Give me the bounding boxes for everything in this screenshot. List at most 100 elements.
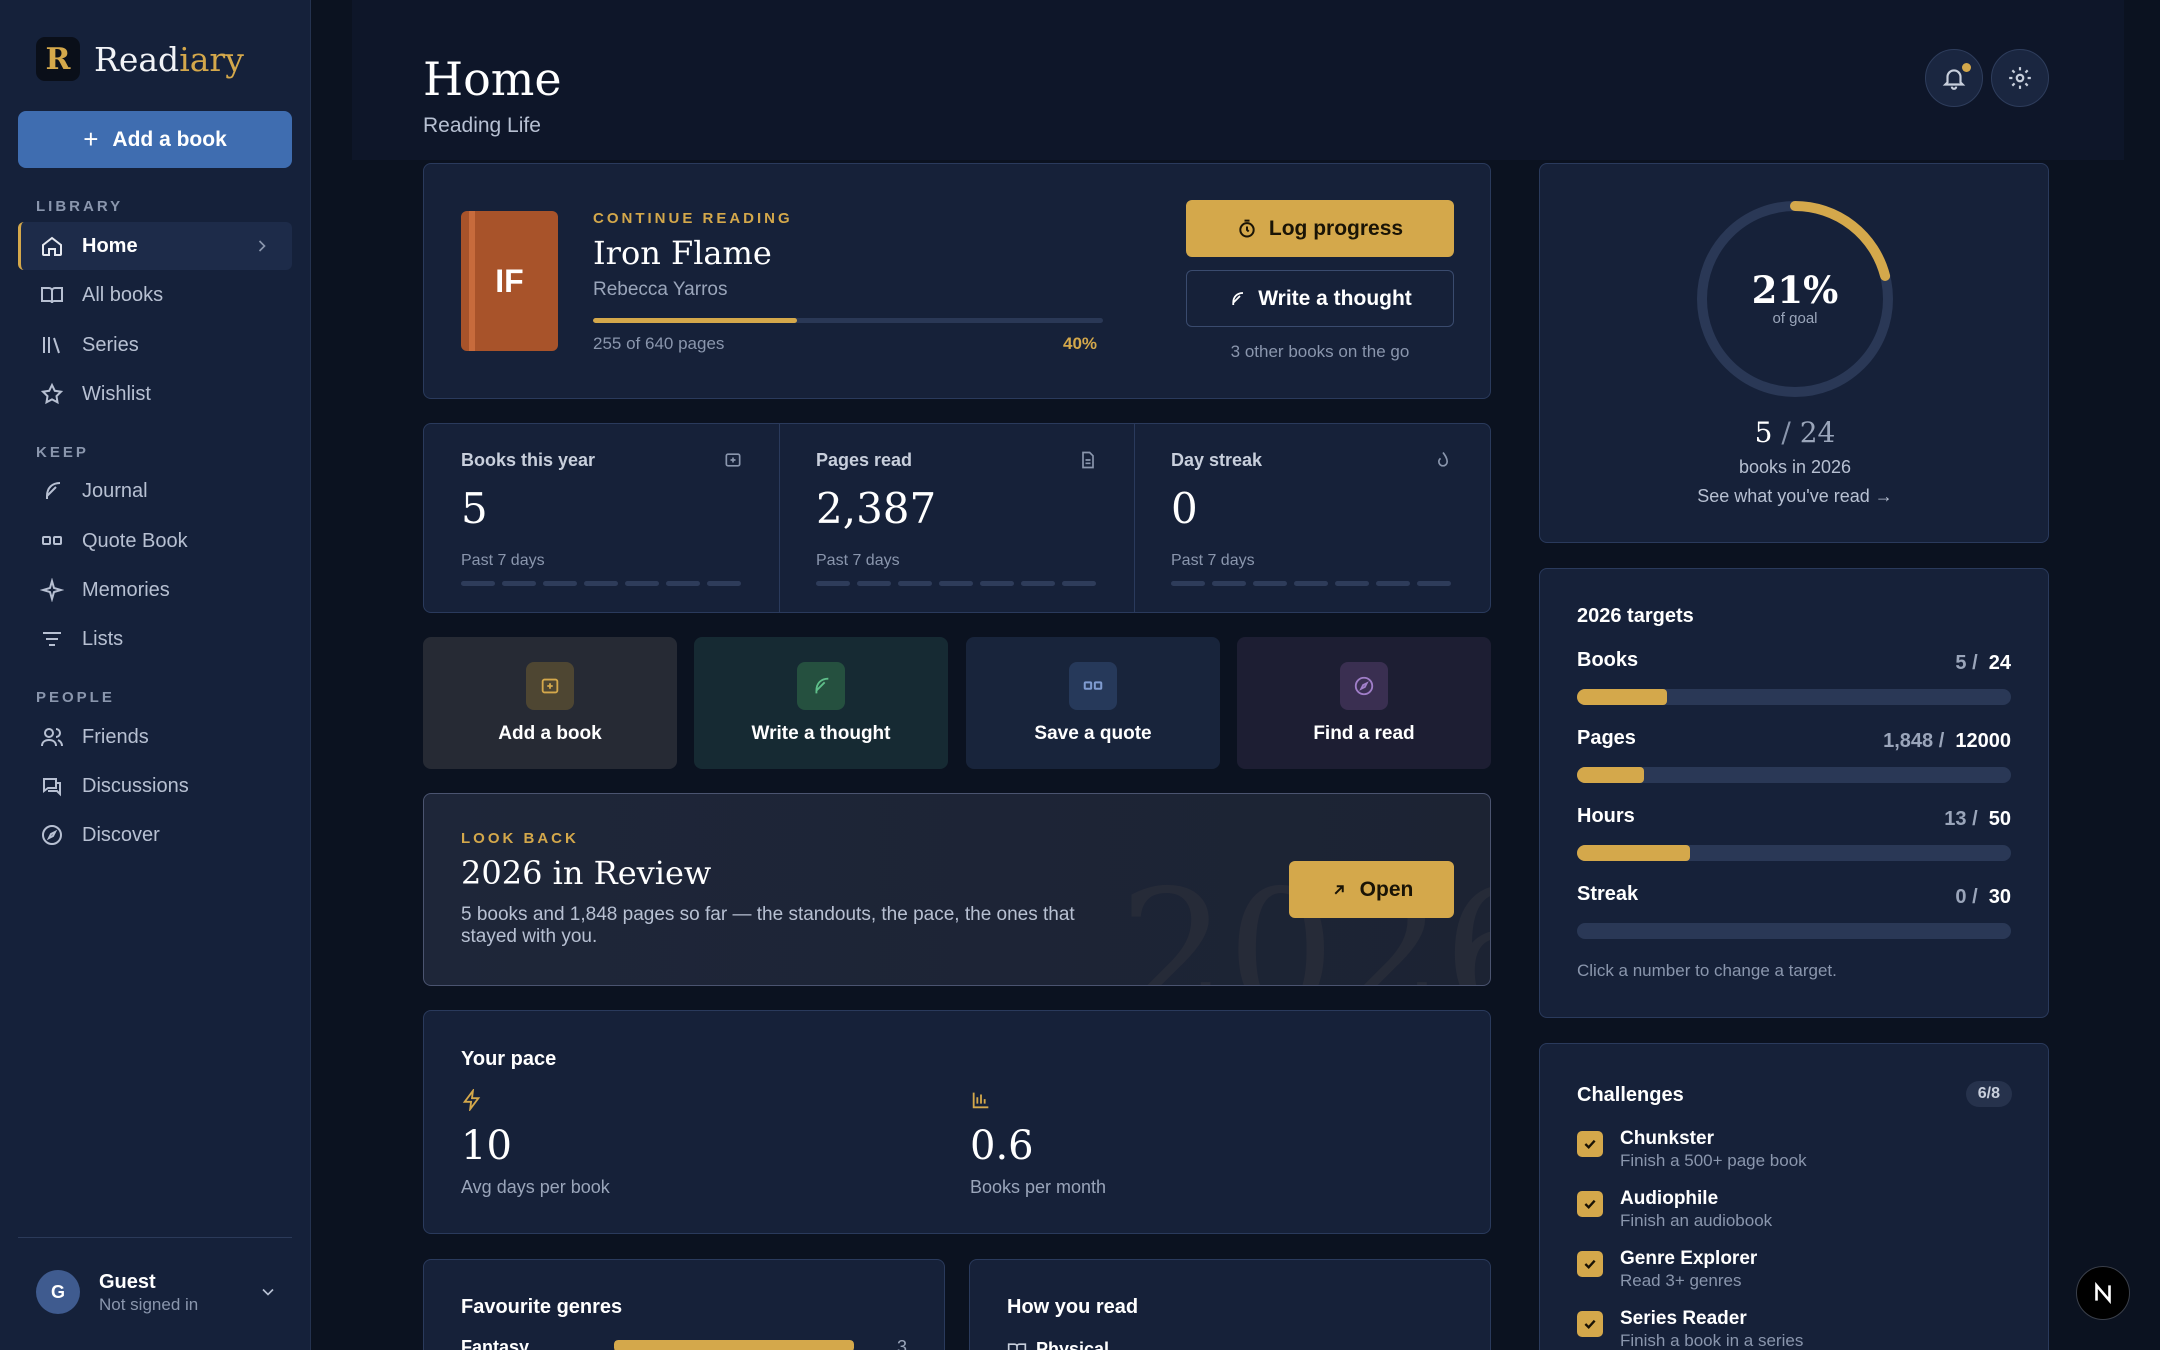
sidebar-item-wishlist[interactable]: Wishlist [18, 370, 292, 418]
look-back-eyebrow: LOOK BACK [461, 830, 579, 847]
notifications-button[interactable] [1925, 49, 1983, 107]
stat-sub: Past 7 days [461, 552, 545, 569]
sidebar-item-label: Discover [82, 823, 160, 846]
target-name: Books [1577, 649, 1639, 671]
sidebar-item-all-books[interactable]: All books [18, 271, 292, 319]
bar-chart-icon [972, 1092, 989, 1109]
pace-value: 0.6 [970, 1123, 1034, 1169]
pace-value: 10 [461, 1123, 512, 1169]
challenges-badge: 6/8 [1965, 1081, 2012, 1107]
challenge-title: Audiophile [1620, 1188, 1719, 1209]
page-subtitle: Reading Life [423, 114, 541, 137]
sidebar-item-label: All books [82, 283, 164, 306]
target-value[interactable]: 13 / 50 [1944, 808, 2011, 831]
nav-section-people: PEOPLE [36, 689, 115, 706]
target-bar-fill [1577, 845, 1690, 861]
sidebar-item-journal[interactable]: Journal [18, 467, 292, 515]
sidebar-item-series[interactable]: Series [18, 321, 292, 369]
chevron-right-icon [258, 240, 266, 252]
sidebar-item-label: Journal [82, 479, 148, 502]
challenge-sub: Finish a book in a series [1620, 1331, 1804, 1350]
reading-progress-fill [593, 318, 797, 323]
avatar: G [36, 1270, 80, 1314]
quick-action-label: Write a thought [751, 723, 891, 744]
cover-initials: IF [495, 262, 524, 299]
book-plus-icon [526, 662, 574, 710]
quick-action-label: Find a read [1313, 723, 1415, 744]
target-value[interactable]: 0 / 30 [1955, 886, 2011, 909]
feather-icon [797, 662, 845, 710]
nav-section-keep: KEEP [36, 444, 89, 461]
quick-action-save-quote[interactable]: Save a quote [966, 637, 1220, 769]
sidebar-item-home[interactable]: Home [18, 222, 292, 270]
book-cover[interactable]: IF [461, 211, 558, 351]
target-value[interactable]: 1,848 / 12000 [1883, 730, 2011, 753]
look-back-card: 2026 LOOK BACK 2026 in Review 5 books an… [423, 793, 1491, 986]
goal-caption: of goal [1772, 310, 1818, 327]
goal-total: 24 [1799, 416, 1836, 449]
brand-prefix: Read [94, 39, 180, 79]
sparkle-icon [40, 578, 64, 602]
sidebar-item-quote-book[interactable]: Quote Book [18, 517, 292, 565]
other-books-link[interactable]: 3 other books on the go [1186, 342, 1454, 362]
user-menu[interactable]: G Guest Not signed in [18, 1237, 292, 1347]
target-current: 13 [1944, 808, 1967, 830]
sidebar-item-discover[interactable]: Discover [18, 811, 292, 859]
genre-name: Fantasy [461, 1337, 530, 1350]
check-icon [1584, 1139, 1596, 1150]
settings-button[interactable] [1991, 49, 2049, 107]
target-goal: 12000 [1955, 730, 2011, 752]
target-current: 0 [1955, 886, 1967, 908]
book-open-icon [41, 287, 63, 304]
stat-value: 5 [461, 484, 488, 533]
quick-action-write-thought[interactable]: Write a thought [694, 637, 948, 769]
sidebar-item-discussions[interactable]: Discussions [18, 762, 292, 810]
feather-icon [46, 482, 61, 499]
nav-section-library: LIBRARY [36, 198, 124, 215]
challenge-sub: Finish a 500+ page book [1620, 1151, 1807, 1170]
goal-count: 5 / 24 [1754, 416, 1836, 449]
checkbox[interactable] [1577, 1251, 1603, 1277]
book-spine [469, 211, 475, 351]
sidebar-item-friends[interactable]: Friends [18, 713, 292, 761]
stat-label: Day streak [1171, 450, 1263, 470]
checkbox[interactable] [1577, 1311, 1603, 1337]
continue-reading-eyebrow: CONTINUE READING [593, 210, 793, 227]
target-bar [1577, 923, 2011, 939]
challenge-sub: Finish an audiobook [1620, 1211, 1773, 1230]
target-value[interactable]: 5 / 24 [1955, 652, 2011, 675]
challenge-sub: Read 3+ genres [1620, 1271, 1742, 1290]
checkbox[interactable] [1577, 1191, 1603, 1217]
quick-action-find-read[interactable]: Find a read [1237, 637, 1491, 769]
brand-logo[interactable]: R Readiary [36, 37, 244, 81]
book-author: Rebecca Yarros [593, 279, 728, 300]
target-bar [1577, 845, 2011, 861]
arrow-up-right-icon [1334, 884, 1344, 894]
quick-action-label: Add a book [498, 723, 602, 744]
quick-action-add-book[interactable]: Add a book [423, 637, 677, 769]
stats-card: Books this year 5 Past 7 days Pages read… [423, 423, 1491, 613]
see-read-link[interactable]: See what you've read → [1540, 486, 2050, 507]
open-review-button[interactable]: Open [1289, 861, 1454, 918]
write-thought-button[interactable]: Write a thought [1186, 270, 1454, 327]
topbar [352, 0, 2124, 160]
stat-label: Pages read [816, 450, 913, 470]
book-title[interactable]: Iron Flame [593, 234, 772, 272]
log-progress-button[interactable]: Log progress [1186, 200, 1454, 257]
chat-icon [43, 778, 61, 797]
target-name: Pages [1577, 727, 1636, 749]
target-bar [1577, 767, 2011, 783]
chevron-down-icon [262, 1288, 274, 1296]
n-badge-button[interactable] [2076, 1266, 2130, 1320]
sidebar-add-book-button[interactable]: + Add a book [18, 111, 292, 168]
goal-card: 21% of goal 5 / 24 books in 2026 See wha… [1539, 163, 2049, 543]
sidebar-item-memories[interactable]: Memories [18, 566, 292, 614]
compass-icon [42, 825, 62, 845]
feather-icon [1232, 291, 1244, 305]
sidebar-item-lists[interactable]: Lists [18, 615, 292, 663]
quick-action-label: Save a quote [1034, 723, 1152, 744]
how-read-title: How you read [1007, 1296, 1139, 1318]
checkbox[interactable] [1577, 1131, 1603, 1157]
target-bar-fill [1577, 689, 1668, 705]
bolt-icon [462, 1089, 481, 1111]
